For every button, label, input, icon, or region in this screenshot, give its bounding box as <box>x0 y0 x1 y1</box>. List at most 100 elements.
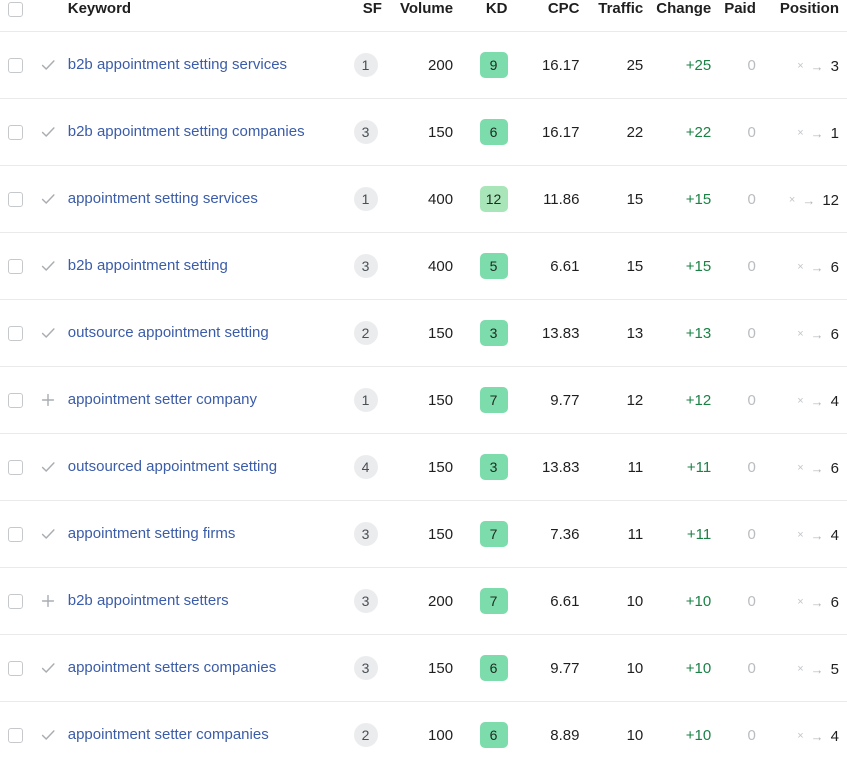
volume-cell: 200 <box>388 568 459 635</box>
row-checkbox[interactable] <box>8 728 23 743</box>
position-arrow-icon: → <box>802 194 815 207</box>
keyword-link[interactable]: b2b appointment setters <box>68 591 229 612</box>
kd-badge: 7 <box>480 387 508 413</box>
row-select-cell <box>0 99 32 166</box>
sf-cell: 3 <box>343 568 388 635</box>
column-header-cpc[interactable]: CPC <box>518 0 586 32</box>
paid-cell: 0 <box>717 233 762 300</box>
cpc-cell: 16.17 <box>518 99 586 166</box>
position-multiply-icon: × <box>797 61 803 72</box>
kd-cell: 7 <box>459 568 517 635</box>
kd-cell: 6 <box>459 635 517 702</box>
row-checkbox[interactable] <box>8 326 23 341</box>
table-row[interactable]: appointment setters companies315069.7710… <box>0 635 847 702</box>
keyword-link[interactable]: outsource appointment setting <box>68 323 269 344</box>
position-cell: ×→12 <box>762 166 847 233</box>
kd-badge: 3 <box>480 454 508 480</box>
table-row[interactable]: appointment setter companies210068.8910+… <box>0 702 847 768</box>
keyword-cell: appointment setter company <box>64 367 343 434</box>
kd-badge: 5 <box>480 253 508 279</box>
row-checkbox[interactable] <box>8 58 23 73</box>
header-row: Keyword SF Volume KD CPC Traffic Change … <box>0 0 847 32</box>
cpc-cell: 16.17 <box>518 32 586 99</box>
change-cell: +10 <box>649 635 717 702</box>
cpc-cell: 13.83 <box>518 300 586 367</box>
column-header-volume[interactable]: Volume <box>388 0 459 32</box>
table-row[interactable]: b2b appointment setting companies3150616… <box>0 99 847 166</box>
keyword-link[interactable]: appointment setter companies <box>68 725 269 746</box>
position-arrow-icon: → <box>811 596 824 609</box>
table-row[interactable]: appointment setting firms315077.3611+110… <box>0 501 847 568</box>
check-icon[interactable] <box>39 257 57 275</box>
row-checkbox[interactable] <box>8 661 23 676</box>
volume-cell: 150 <box>388 635 459 702</box>
check-icon[interactable] <box>39 324 57 342</box>
check-icon[interactable] <box>39 190 57 208</box>
row-checkbox[interactable] <box>8 460 23 475</box>
row-checkbox[interactable] <box>8 594 23 609</box>
table-row[interactable]: outsourced appointment setting4150313.83… <box>0 434 847 501</box>
cpc-cell: 9.77 <box>518 635 586 702</box>
keyword-cell: appointment setting firms <box>64 501 343 568</box>
row-status-cell <box>32 635 64 702</box>
position-value: 5 <box>831 661 839 678</box>
position-cell: ×→4 <box>762 702 847 768</box>
keyword-link[interactable]: appointment setting services <box>68 189 258 210</box>
kd-cell: 6 <box>459 99 517 166</box>
position-value: 4 <box>831 527 839 544</box>
keyword-link[interactable]: appointment setters companies <box>68 658 276 679</box>
keyword-link[interactable]: appointment setting firms <box>68 524 236 545</box>
volume-cell: 150 <box>388 367 459 434</box>
row-select-cell <box>0 568 32 635</box>
keyword-table: Keyword SF Volume KD CPC Traffic Change … <box>0 0 847 768</box>
row-checkbox[interactable] <box>8 527 23 542</box>
position-multiply-icon: × <box>797 664 803 675</box>
row-checkbox[interactable] <box>8 259 23 274</box>
change-cell: +10 <box>649 568 717 635</box>
row-checkbox[interactable] <box>8 125 23 140</box>
column-header-kd[interactable]: KD <box>459 0 517 32</box>
column-header-traffic[interactable]: Traffic <box>586 0 650 32</box>
check-icon[interactable] <box>39 659 57 677</box>
table-row[interactable]: b2b appointment setting340056.6115+150×→… <box>0 233 847 300</box>
kd-cell: 12 <box>459 166 517 233</box>
row-select-cell <box>0 233 32 300</box>
plus-icon[interactable] <box>39 391 57 409</box>
paid-cell: 0 <box>717 635 762 702</box>
row-checkbox[interactable] <box>8 192 23 207</box>
change-cell: +11 <box>649 434 717 501</box>
check-icon[interactable] <box>39 525 57 543</box>
column-header-sf[interactable]: SF <box>343 0 388 32</box>
table-row[interactable]: b2b appointment setters320076.6110+100×→… <box>0 568 847 635</box>
kd-cell: 5 <box>459 233 517 300</box>
check-icon[interactable] <box>39 123 57 141</box>
change-cell: +22 <box>649 99 717 166</box>
volume-cell: 150 <box>388 501 459 568</box>
column-header-change[interactable]: Change <box>649 0 717 32</box>
check-icon[interactable] <box>39 726 57 744</box>
table-row[interactable]: outsource appointment setting2150313.831… <box>0 300 847 367</box>
sf-badge: 3 <box>354 656 378 680</box>
keyword-link[interactable]: b2b appointment setting <box>68 256 228 277</box>
change-cell: +10 <box>649 702 717 768</box>
sf-cell: 3 <box>343 233 388 300</box>
table-row[interactable]: appointment setter company115079.7712+12… <box>0 367 847 434</box>
sf-badge: 3 <box>354 120 378 144</box>
row-checkbox[interactable] <box>8 393 23 408</box>
table-row[interactable]: appointment setting services14001211.861… <box>0 166 847 233</box>
table-row[interactable]: b2b appointment setting services1200916.… <box>0 32 847 99</box>
column-header-keyword[interactable]: Keyword <box>64 0 343 32</box>
keyword-link[interactable]: b2b appointment setting services <box>68 55 287 76</box>
kd-cell: 7 <box>459 501 517 568</box>
select-all-checkbox[interactable] <box>8 2 23 17</box>
keyword-link[interactable]: appointment setter company <box>68 390 257 411</box>
check-icon[interactable] <box>39 56 57 74</box>
keyword-link[interactable]: b2b appointment setting companies <box>68 122 305 143</box>
sf-badge: 4 <box>354 455 378 479</box>
column-header-position[interactable]: Position <box>762 0 847 32</box>
plus-icon[interactable] <box>39 592 57 610</box>
traffic-cell: 10 <box>586 568 650 635</box>
keyword-link[interactable]: outsourced appointment setting <box>68 457 277 478</box>
check-icon[interactable] <box>39 458 57 476</box>
column-header-paid[interactable]: Paid <box>717 0 762 32</box>
